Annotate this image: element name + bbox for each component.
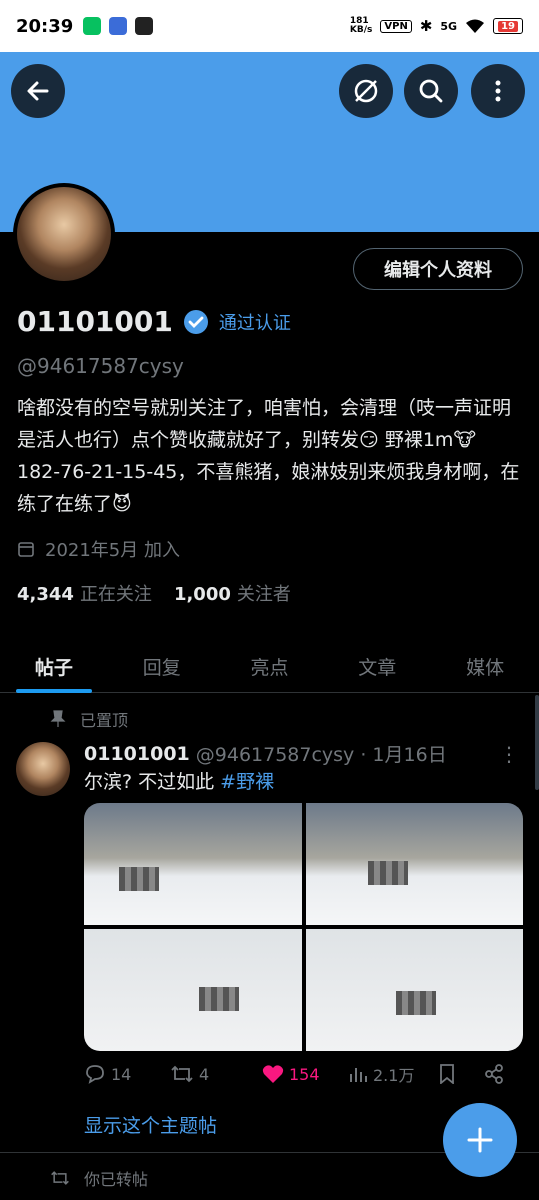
get-verified-link[interactable]: 通过认证	[219, 309, 291, 335]
media-image-2[interactable]	[305, 803, 523, 925]
post-avatar[interactable]	[16, 742, 70, 796]
tab-media[interactable]: 媒体	[431, 640, 539, 692]
views-button[interactable]: 2.1万	[348, 1062, 438, 1086]
retweeted-indicator: 你已转帖	[50, 1166, 148, 1190]
post-author-name[interactable]: 01101001	[84, 743, 190, 765]
profile-info: 01101001 通过认证 @94617587cysy 啥都没有的空号就别关注了…	[17, 305, 523, 606]
back-button[interactable]	[11, 64, 65, 118]
hashtag-link[interactable]: #野裸	[220, 771, 274, 793]
verified-badge-icon[interactable]	[183, 309, 209, 335]
reply-button[interactable]: 14	[84, 1064, 170, 1084]
signal-5g: 5G	[440, 19, 458, 33]
join-date: 2021年5月 加入	[17, 536, 523, 562]
compass-icon	[354, 79, 378, 103]
retweet-button[interactable]: 4	[170, 1065, 262, 1084]
more-options-button[interactable]	[471, 64, 525, 118]
follow-stats: 4,344 正在关注 1,000 关注者	[17, 580, 523, 606]
media-image-1[interactable]	[84, 803, 302, 925]
post-actions: 14 4 154 2.1万	[84, 1062, 523, 1086]
clock: 20:39	[16, 15, 74, 37]
views-chart-icon	[350, 1068, 367, 1082]
plus-icon	[467, 1127, 493, 1153]
explore-button[interactable]	[339, 64, 393, 118]
qq-icon	[135, 17, 154, 35]
net-speed: 181 KB/s	[349, 16, 373, 35]
like-button[interactable]: 154	[262, 1064, 348, 1084]
compose-post-button[interactable]	[443, 1103, 517, 1177]
bluetooth-icon: ✱	[419, 17, 433, 35]
media-image-3[interactable]	[84, 929, 302, 1051]
pin-icon	[50, 710, 66, 727]
app-notification-icon	[109, 17, 128, 35]
share-icon	[485, 1064, 503, 1084]
search-icon	[419, 79, 443, 103]
tab-posts[interactable]: 帖子	[0, 640, 108, 693]
battery-indicator: 19	[493, 18, 523, 34]
wifi-icon	[466, 19, 485, 33]
bookmark-icon	[440, 1064, 454, 1084]
calendar-icon	[18, 542, 34, 557]
more-vertical-icon	[495, 80, 501, 102]
retweet-icon	[171, 1065, 193, 1083]
post-more-icon[interactable]: ⋮	[499, 742, 519, 766]
show-thread-link[interactable]: 显示这个主题帖	[84, 1111, 217, 1138]
profile-avatar[interactable]	[13, 183, 115, 285]
tab-articles[interactable]: 文章	[323, 640, 431, 692]
wechat-icon	[83, 17, 102, 35]
following-link[interactable]: 4,344 正在关注	[17, 580, 152, 606]
post-text: 尔滨? 不过如此 #野裸	[84, 771, 275, 793]
post-meta: @94617587cysy · 1月16日	[195, 744, 447, 766]
vpn-badge: VPN	[380, 19, 412, 33]
user-handle: @94617587cysy	[17, 354, 184, 378]
post-header: 01101001 @94617587cysy · 1月16日 ⋮	[84, 740, 519, 767]
tab-replies[interactable]: 回复	[108, 640, 216, 692]
arrow-left-icon	[27, 81, 49, 101]
scrollbar[interactable]	[535, 695, 539, 790]
pinned-indicator: 已置顶	[50, 707, 128, 731]
post-media-grid[interactable]	[84, 803, 523, 1051]
bookmark-button[interactable]	[438, 1064, 484, 1084]
display-name: 01101001	[17, 305, 173, 338]
share-button[interactable]	[484, 1064, 504, 1084]
bio-text: 啥都没有的空号就别关注了，咱害怕，会清理（吱一声证明是活人也行）点个赞收藏就好了…	[17, 397, 520, 515]
search-button[interactable]	[404, 64, 458, 118]
reply-icon	[86, 1065, 104, 1084]
join-date-text: 2021年5月 加入	[45, 540, 180, 561]
profile-tabs: 帖子 回复 亮点 文章 媒体	[0, 640, 539, 693]
heart-filled-icon	[262, 1065, 284, 1083]
status-bar: 20:39 181 KB/s VPN ✱ 5G 19	[0, 0, 539, 52]
followers-link[interactable]: 1,000 关注者	[174, 580, 291, 606]
tab-highlights[interactable]: 亮点	[216, 640, 324, 692]
edit-profile-button[interactable]: 编辑个人资料	[353, 248, 523, 290]
media-image-4[interactable]	[305, 929, 523, 1051]
retweet-icon	[51, 1171, 69, 1185]
